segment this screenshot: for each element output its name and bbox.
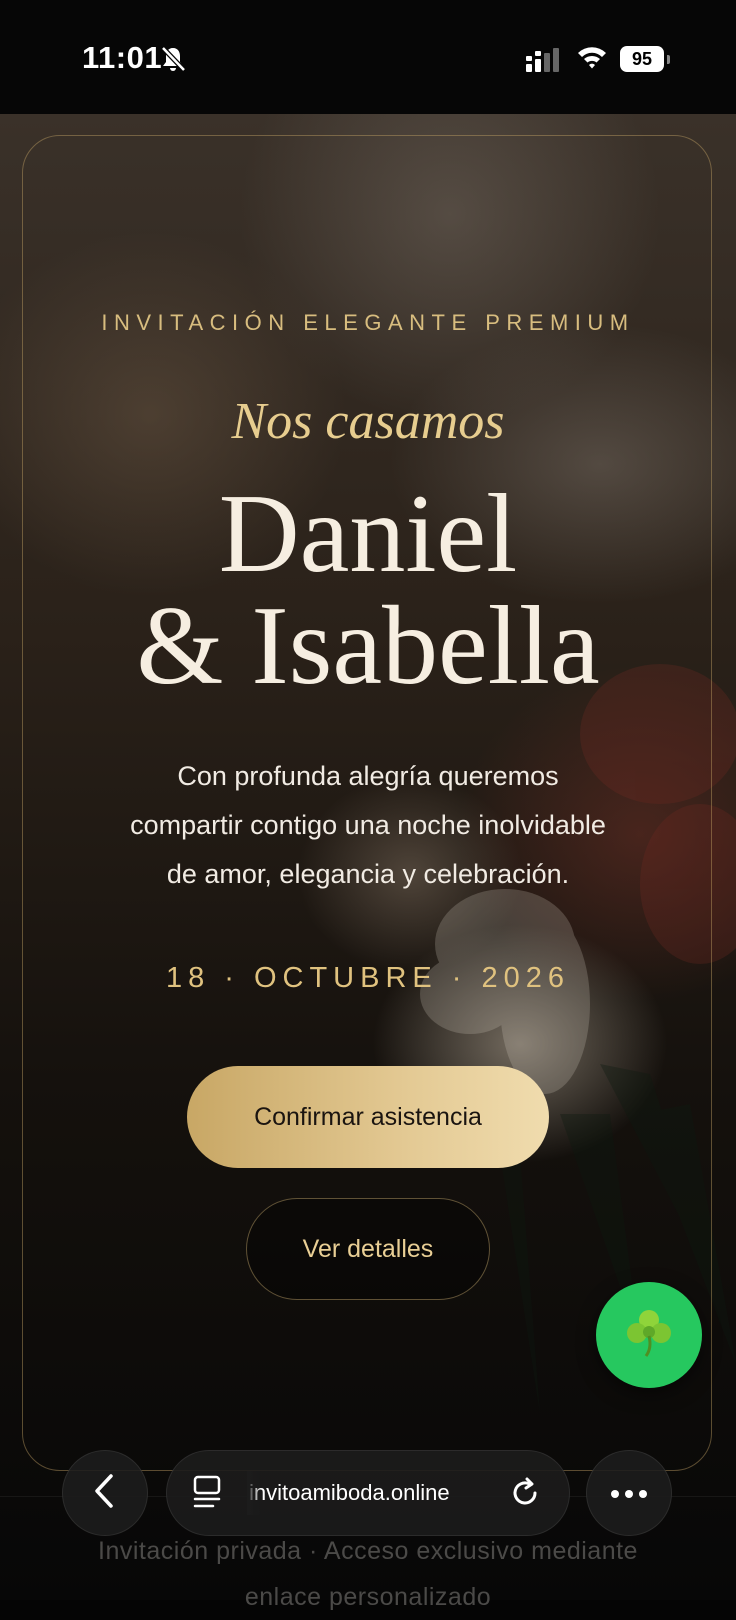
name-line-1: Daniel: [218, 472, 518, 596]
couple-names: Daniel & Isabella: [0, 478, 736, 702]
address-bar[interactable]: invitoamiboda.online: [166, 1450, 570, 1536]
wedding-date: 18 · OCTUBRE · 2026: [165, 962, 571, 994]
confirm-attendance-label: Confirmar asistencia: [254, 1102, 482, 1131]
chevron-left-icon: [91, 1473, 119, 1513]
intro-line-1: Con profunda alegría queremos: [177, 761, 559, 791]
view-details-label: Ver detalles: [302, 1234, 434, 1263]
signal-icon: [526, 48, 562, 76]
footer-line-2: enlace personalizado: [244, 1583, 492, 1611]
wifi-icon: [576, 44, 608, 74]
confirm-attendance-button[interactable]: Confirmar asistencia: [187, 1066, 549, 1168]
bell-slash-icon: [160, 45, 186, 77]
invitation-kicker: INVITACIÓN ELEGANTE PREMIUM: [101, 310, 635, 335]
clover-icon: [622, 1306, 676, 1364]
status-bar: 11:01 95: [0, 0, 736, 114]
reload-icon[interactable]: [509, 1477, 541, 1513]
intro-text: Con profunda alegría queremos compartir …: [40, 752, 696, 899]
clover-fab-button[interactable]: [596, 1282, 702, 1388]
more-icon: [609, 1484, 649, 1503]
page-menu-icon[interactable]: [193, 1475, 223, 1515]
intro-line-2: compartir contigo una noche inolvidable: [130, 810, 606, 840]
battery-icon: 95: [620, 46, 664, 72]
back-button[interactable]: [62, 1450, 148, 1536]
name-line-2: & Isabella: [136, 584, 600, 708]
view-details-button[interactable]: Ver detalles: [246, 1198, 490, 1300]
footer-note: Invitación privada · Acceso exclusivo me…: [20, 1528, 716, 1620]
battery-tip: [667, 55, 670, 64]
more-button[interactable]: [586, 1450, 672, 1536]
url-fade: [247, 1471, 261, 1515]
script-title: Nos casamos: [231, 393, 505, 450]
intro-line-3: de amor, elegancia y celebración.: [166, 859, 570, 889]
url-text: invitoamiboda.online: [249, 1480, 450, 1505]
status-time: 11:01: [82, 40, 163, 75]
